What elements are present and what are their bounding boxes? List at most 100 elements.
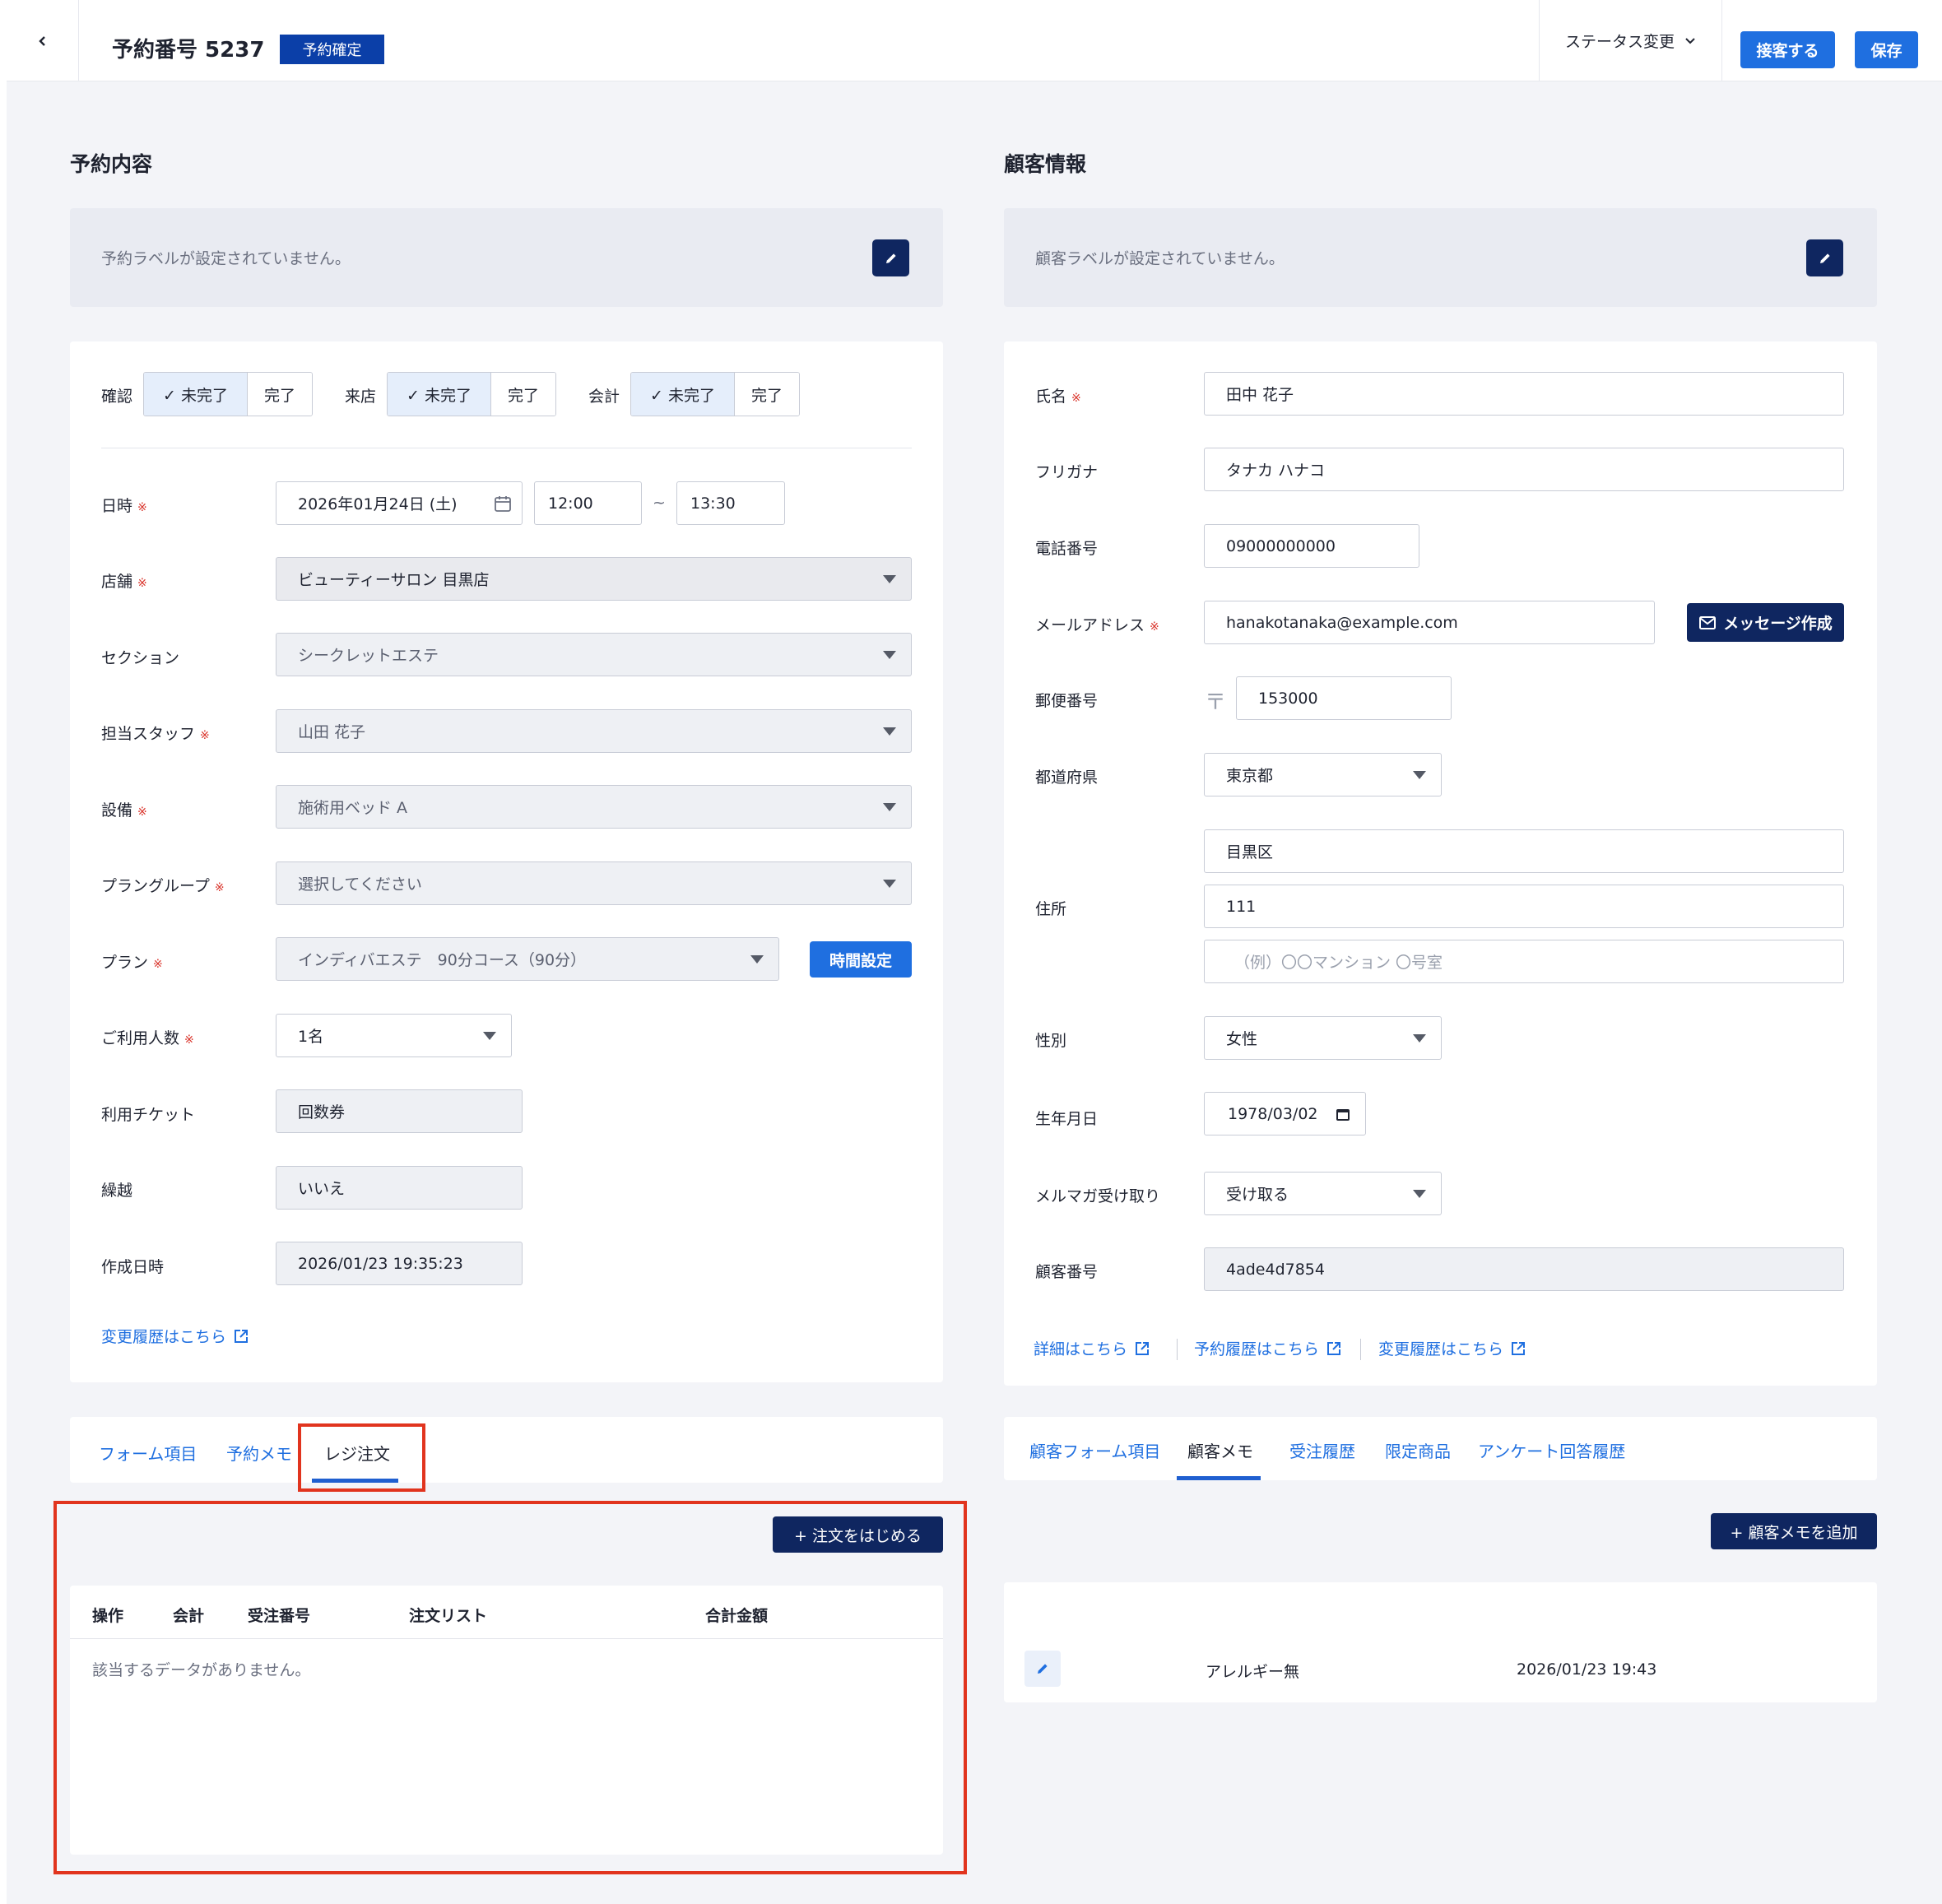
external-link-icon	[1512, 1341, 1526, 1355]
reservation-history-link[interactable]: 変更履歴はこちら	[101, 1325, 249, 1347]
edit-customer-label-button[interactable]	[1806, 239, 1843, 276]
add-customer-memo-button[interactable]: + 顧客メモを追加	[1711, 1513, 1877, 1549]
reservation-history-list-link-text: 予約履歴はこちら	[1194, 1340, 1320, 1358]
birth-value: 1978/03/02	[1228, 1104, 1318, 1123]
people-select[interactable]: 1名	[276, 1014, 512, 1057]
name-input[interactable]: 田中 花子	[1204, 372, 1844, 416]
back-button[interactable]	[7, 0, 79, 81]
ticket-label: 利用チケット	[101, 1106, 196, 1124]
address2-input[interactable]: 111	[1204, 885, 1844, 928]
end-time-input[interactable]: 13:30	[676, 481, 785, 525]
caret-down-icon	[883, 574, 896, 583]
section-select[interactable]: シークレットエステ	[276, 633, 912, 676]
caret-down-icon	[883, 727, 896, 736]
plan-value: インディバエステ 90分コース（90分）	[298, 951, 587, 969]
payment-complete-option[interactable]: 完了	[735, 373, 799, 416]
confirm-complete-option[interactable]: 完了	[248, 373, 312, 416]
receive-button[interactable]: 接客する	[1740, 31, 1835, 68]
tab-form-items[interactable]: フォーム項目	[99, 1441, 197, 1465]
reservation-history-link-text: 変更履歴はこちら	[101, 1328, 227, 1346]
tab-limited-products[interactable]: 限定商品	[1385, 1438, 1451, 1462]
save-button[interactable]: 保存	[1855, 31, 1918, 68]
zip-input[interactable]: 153000	[1236, 676, 1452, 720]
newsletter-label: メルマガ受け取り	[1035, 1187, 1161, 1205]
kana-label: フリガナ	[1035, 463, 1099, 481]
email-input[interactable]: hanakotanaka@example.com	[1204, 601, 1655, 644]
customer-label-box: 顧客ラベルが設定されていません。	[1004, 208, 1877, 307]
pref-label: 都道府県	[1035, 769, 1099, 787]
plan-label: プラン ※	[101, 954, 163, 972]
tab-customer-form-items[interactable]: 顧客フォーム項目	[1029, 1438, 1160, 1462]
tab-customer-memo[interactable]: 顧客メモ	[1187, 1438, 1253, 1462]
confirm-incomplete-option[interactable]: ✓ 未完了	[144, 373, 248, 416]
caret-down-icon	[750, 954, 764, 964]
visit-complete-option[interactable]: 完了	[491, 373, 555, 416]
page-header: 予約番号 5237 予約確定 ステータス変更 接客する 保存	[7, 0, 1942, 81]
equipment-label: 設備 ※	[101, 801, 147, 820]
phone-input[interactable]: 09000000000	[1204, 524, 1419, 568]
status-change-dropdown[interactable]: ステータス変更	[1539, 0, 1722, 81]
staff-select[interactable]: 山田 花子	[276, 709, 912, 753]
reservation-label-box: 予約ラベルが設定されていません。	[70, 208, 943, 307]
kana-input[interactable]: タナカ ハナコ	[1204, 448, 1844, 491]
pref-select[interactable]: 東京都	[1204, 753, 1442, 796]
external-link-icon	[1327, 1341, 1341, 1355]
payment-incomplete-option[interactable]: ✓ 未完了	[631, 373, 735, 416]
mail-icon	[1699, 615, 1717, 629]
tab-survey-history[interactable]: アンケート回答履歴	[1478, 1438, 1625, 1462]
gender-value: 女性	[1226, 1030, 1258, 1048]
address3-input[interactable]: （例）〇〇マンション 〇号室	[1204, 940, 1844, 983]
date-input[interactable]: 2026年01月24日 (土)	[276, 481, 523, 525]
equipment-select[interactable]: 施術用ベッド A	[276, 785, 912, 829]
compose-message-button[interactable]: メッセージ作成	[1687, 603, 1844, 642]
edit-memo-button[interactable]	[1024, 1651, 1061, 1687]
reservation-history-list-link[interactable]: 予約履歴はこちら	[1194, 1337, 1342, 1359]
customer-change-history-link[interactable]: 変更履歴はこちら	[1378, 1337, 1526, 1359]
customer-form-card: 氏名 ※ 田中 花子 フリガナ タナカ ハナコ 電話番号 09000000000 …	[1004, 341, 1877, 1386]
carryover-label: 繰越	[101, 1182, 133, 1200]
caret-down-icon	[883, 802, 896, 811]
confirm-label: 確認	[101, 388, 133, 406]
store-select[interactable]: ビューティーサロン 目黒店	[276, 557, 912, 601]
newsletter-value: 受け取る	[1226, 1186, 1289, 1204]
newsletter-select[interactable]: 受け取る	[1204, 1172, 1442, 1215]
link-separator	[1177, 1339, 1178, 1360]
birth-input[interactable]: 1978/03/02	[1204, 1092, 1366, 1135]
compose-message-label: メッセージ作成	[1723, 615, 1833, 633]
section-value: シークレットエステ	[298, 647, 439, 665]
caret-down-icon	[1413, 1033, 1426, 1043]
caret-down-icon	[1413, 1189, 1426, 1198]
reservation-form-card: 確認 ✓ 未完了 完了 来店 ✓ 未完了 完了 会計 ✓ 未完了 完了 日時 ※ …	[70, 341, 943, 1382]
caret-down-icon	[483, 1031, 496, 1040]
customer-change-history-link-text: 変更履歴はこちら	[1378, 1340, 1504, 1358]
customer-detail-link[interactable]: 詳細はこちら	[1034, 1337, 1150, 1359]
address1-input[interactable]: 目黒区	[1204, 829, 1844, 873]
phone-label: 電話番号	[1035, 540, 1099, 558]
start-time-input[interactable]: 12:00	[534, 481, 642, 525]
plan-group-select[interactable]: 選択してください	[276, 861, 912, 905]
section-label: セクション	[101, 649, 180, 667]
edit-reservation-label-button[interactable]	[872, 239, 909, 276]
time-setting-button[interactable]: 時間設定	[810, 941, 912, 978]
status-badge: 予約確定	[280, 35, 384, 64]
pencil-icon	[1038, 1664, 1048, 1674]
calendar-icon	[1336, 1109, 1350, 1121]
customer-section-title: 顧客情報	[1004, 152, 1087, 176]
plan-select[interactable]: インディバエステ 90分コース（90分）	[276, 937, 779, 981]
external-link-icon	[1136, 1341, 1150, 1355]
caret-down-icon	[1413, 770, 1426, 779]
tab-order-history[interactable]: 受注履歴	[1289, 1438, 1355, 1462]
link-separator	[1360, 1339, 1361, 1360]
pencil-icon	[1819, 253, 1830, 263]
name-label: 氏名 ※	[1035, 388, 1081, 406]
customer-memo-list: アレルギー無 2026/01/23 19:43	[1004, 1582, 1877, 1702]
tab-reservation-memo[interactable]: 予約メモ	[226, 1441, 292, 1465]
address-label: 住所	[1035, 900, 1067, 918]
gender-label: 性別	[1035, 1032, 1067, 1050]
gender-select[interactable]: 女性	[1204, 1016, 1442, 1060]
equipment-value: 施術用ベッド A	[298, 799, 408, 817]
datetime-label: 日時 ※	[101, 497, 147, 515]
store-value: ビューティーサロン 目黒店	[298, 571, 490, 589]
created-field: 2026/01/23 19:35:23	[276, 1242, 523, 1285]
visit-incomplete-option[interactable]: ✓ 未完了	[388, 373, 491, 416]
